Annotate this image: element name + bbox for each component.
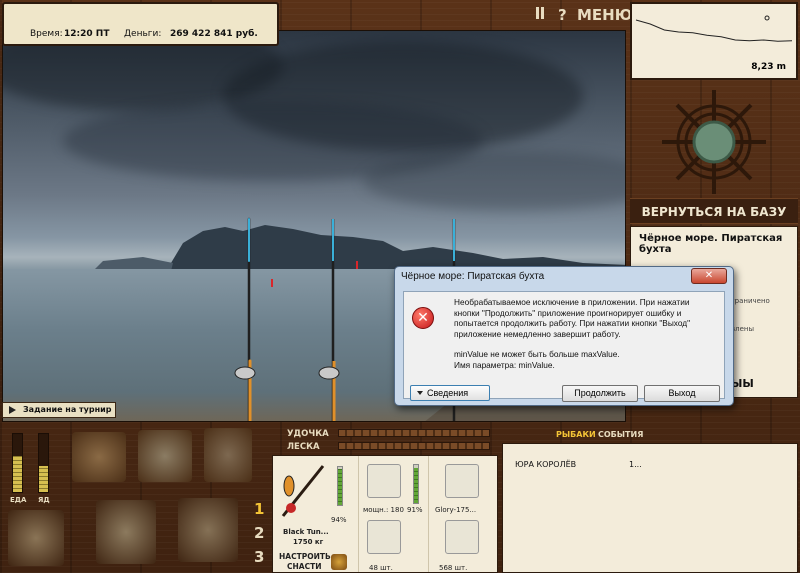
rod-bar-label: УДОЧКА	[287, 429, 329, 439]
location-text-fragment-2: влены	[731, 325, 755, 333]
gear-icon[interactable]	[331, 554, 347, 570]
depth-profile-line	[635, 19, 793, 42]
camp-bucket-icon[interactable]	[178, 498, 238, 562]
time-label: Время:	[30, 29, 63, 39]
reel-cell[interactable]: мощн.: 180 91% 48 шт.	[359, 456, 429, 572]
lure-icon	[445, 520, 479, 554]
rod-slot-2[interactable]: 2	[254, 524, 264, 542]
keep-net-icon[interactable]	[8, 510, 64, 566]
line-cell[interactable]: Glory-175... 568 шт.	[429, 456, 499, 572]
depth-value: 8,23 m	[751, 62, 786, 72]
arrow-right-icon	[9, 406, 16, 414]
money-value: 269 422 841 руб.	[170, 29, 258, 39]
details-button[interactable]: Сведения	[410, 385, 490, 401]
chevron-down-icon	[417, 391, 423, 395]
reel-icon	[367, 464, 401, 498]
rod-icon	[281, 465, 325, 517]
depth-marker	[764, 15, 770, 21]
info-panel: Время: 12:20 ПТ Деньги: 269 422 841 руб.	[2, 2, 279, 46]
help-button[interactable]: ?	[558, 6, 567, 24]
rod-slot-1[interactable]: 1	[254, 500, 264, 518]
error-message: Необрабатываемое исключение в приложении…	[454, 297, 691, 370]
line-name: Glory-175...	[435, 506, 477, 514]
menu-button[interactable]: МЕНЮ	[577, 6, 632, 24]
rod-cell[interactable]: 94% Black Tun... 1750 кг НАСТРОИТЬ СНАСТ…	[273, 456, 359, 572]
angler-value: 1...	[629, 460, 642, 469]
error-dialog: Чёрное море: Пиратская бухта ✕ ✕ Необраб…	[394, 266, 734, 406]
lantern-icon[interactable]	[96, 500, 156, 564]
depth-panel: 8,23 m	[630, 2, 798, 80]
task-label: Задание на турнир	[23, 405, 112, 414]
rod-condition-bar	[337, 466, 343, 506]
line-tension-bar	[338, 442, 490, 450]
return-to-base-button[interactable]: ВЕРНУТЬСЯ НА БАЗУ	[630, 198, 798, 224]
rod-slot-3[interactable]: 3	[254, 548, 264, 566]
ship-wheel-icon	[630, 84, 798, 200]
setup-label-2[interactable]: СНАСТИ	[287, 562, 321, 571]
lure-count: 568 шт.	[439, 564, 468, 572]
rod-percent: 94%	[331, 516, 347, 524]
tackle-box-icon[interactable]	[72, 432, 126, 482]
dialog-title: Чёрное море: Пиратская бухта	[401, 271, 545, 282]
location-text-fragment-3: ЫЫ	[731, 377, 754, 390]
landing-net-icon[interactable]	[204, 428, 252, 482]
tournament-task-bar[interactable]: Задание на турнир	[2, 402, 116, 418]
exit-button[interactable]: Выход	[644, 385, 720, 402]
dialog-close-button[interactable]: ✕	[691, 268, 727, 284]
hook-icon	[367, 520, 401, 554]
reel-condition-bar	[413, 464, 419, 504]
reel-percent: 91%	[407, 506, 423, 514]
line-spool-icon	[445, 464, 479, 498]
poison-meter	[38, 433, 49, 493]
tackle-panel: 94% Black Tun... 1750 кг НАСТРОИТЬ СНАСТ…	[272, 455, 498, 573]
rod-name: Black Tun...	[283, 528, 329, 536]
reel-power: мощн.: 180	[363, 506, 404, 514]
rod-weight: 1750 кг	[293, 538, 324, 546]
continue-button[interactable]: Продолжить	[562, 385, 638, 402]
tab-anglers[interactable]: РЫБАКИ	[556, 430, 596, 439]
food-meter	[12, 433, 23, 493]
poison-label: ЯД	[38, 496, 50, 504]
pause-icon[interactable]	[535, 6, 545, 24]
anglers-list: ЮРА КОРОЛЁВ 1...	[502, 443, 798, 573]
food-label: ЕДА	[10, 496, 27, 504]
angler-name[interactable]: ЮРА КОРОЛЁВ	[515, 460, 576, 469]
dialog-body: ✕ Необрабатываемое исключение в приложен…	[403, 291, 725, 402]
bait-bucket-icon[interactable]	[138, 430, 192, 482]
line-bar-label: ЛЕСКА	[287, 442, 320, 452]
tab-events[interactable]: СОБЫТИЯ	[598, 430, 643, 439]
location-title: Чёрное море. Пиратская бухта	[639, 233, 783, 255]
setup-label-1[interactable]: НАСТРОИТЬ	[279, 552, 331, 561]
location-text-fragment-1: граничено	[731, 297, 770, 305]
hooks-count: 48 шт.	[369, 564, 393, 572]
money-label: Деньги:	[124, 29, 162, 39]
rod-tension-bar	[338, 429, 490, 437]
time-value: 12:20 ПТ	[64, 29, 110, 39]
error-icon: ✕	[412, 307, 434, 329]
